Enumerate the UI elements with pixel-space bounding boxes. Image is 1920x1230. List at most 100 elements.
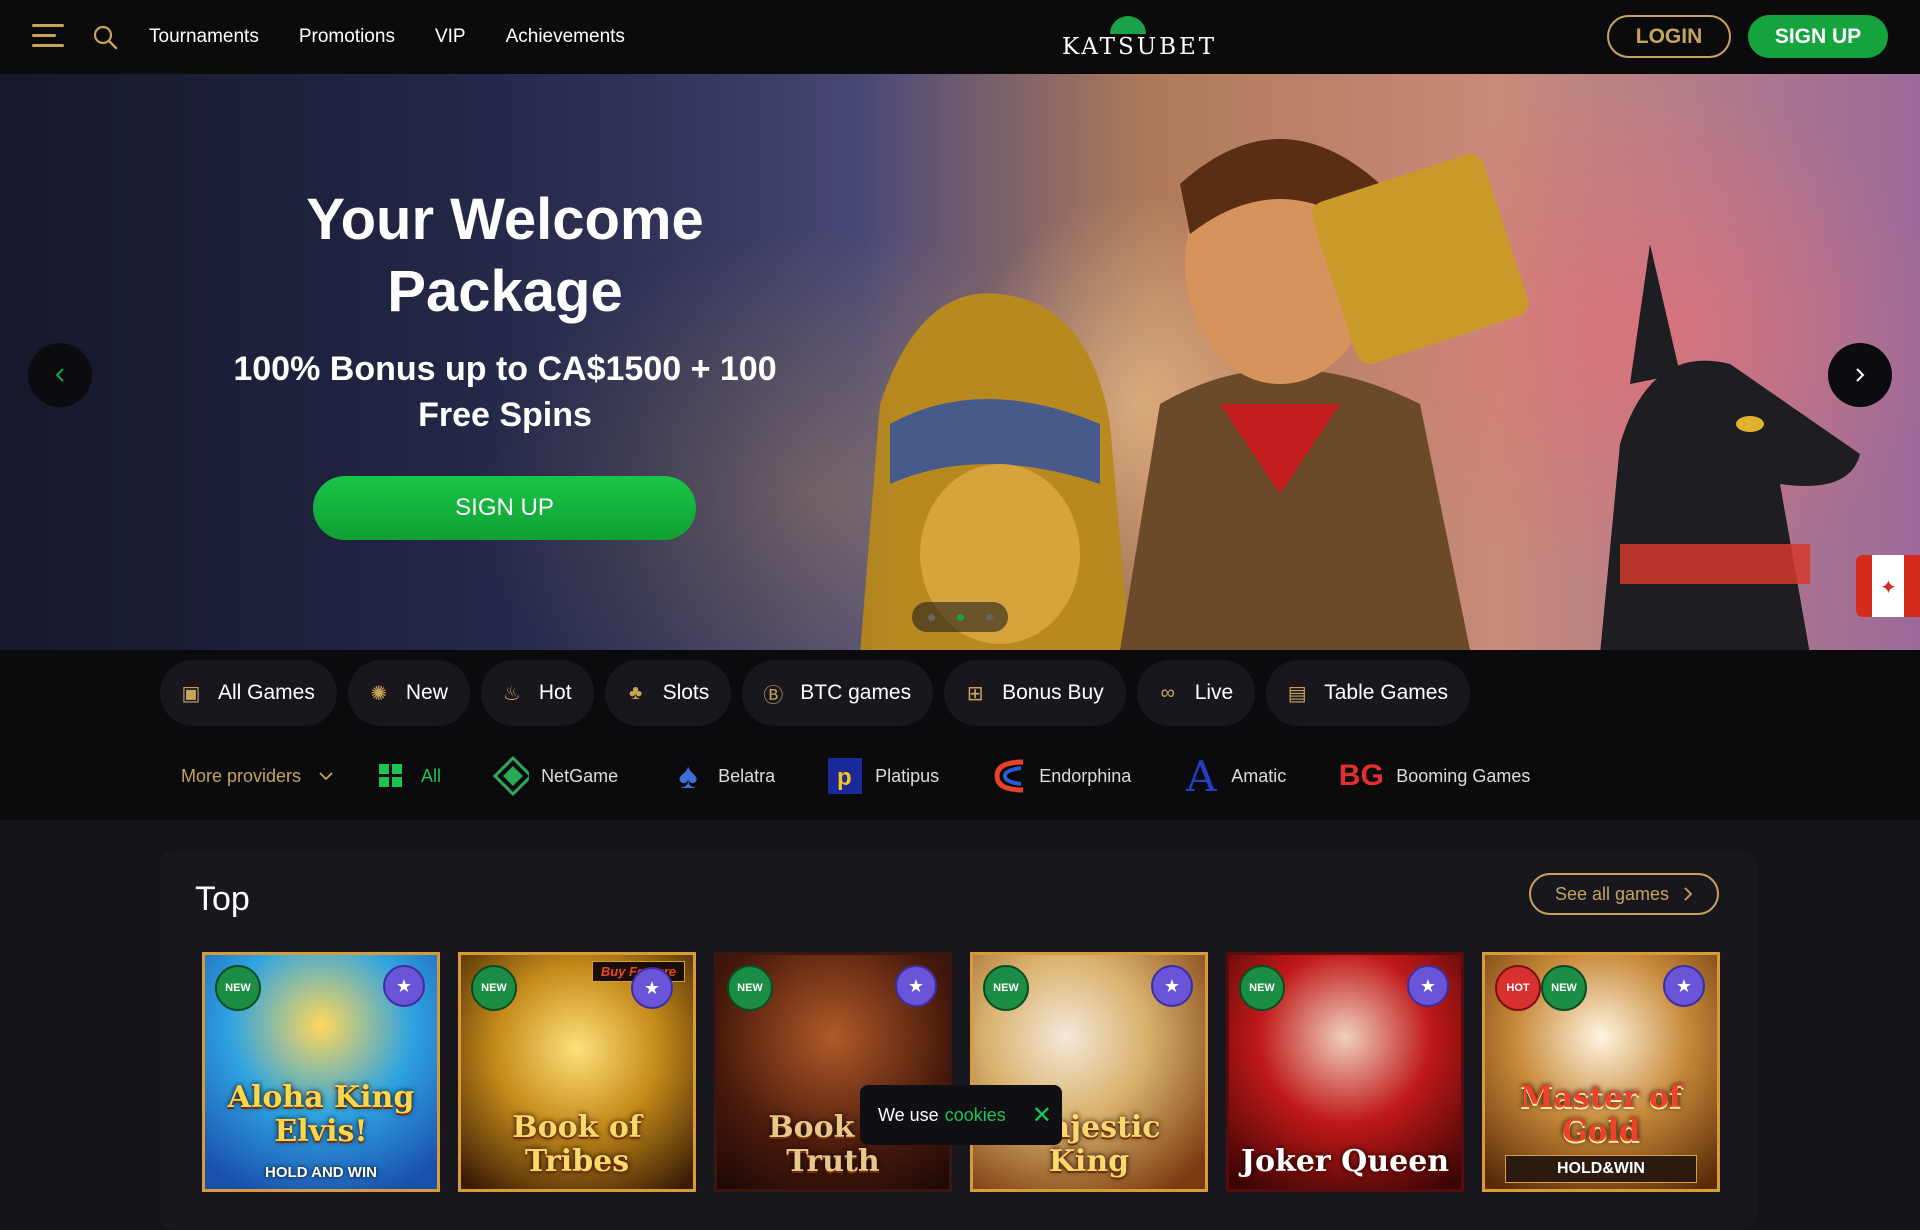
nav-achievements[interactable]: Achievements [506, 26, 625, 48]
site-logo[interactable]: KATSUBET [1062, 16, 1218, 62]
see-all-games-button[interactable]: See all games [1529, 873, 1719, 915]
provider-label: Amatic [1231, 765, 1287, 786]
nav-promotions[interactable]: Promotions [299, 26, 395, 48]
platipus-logo-icon: p [827, 758, 863, 794]
more-providers-dropdown[interactable]: More providers [181, 766, 333, 787]
chevron-left-icon [55, 368, 64, 382]
netgame-logo-icon [493, 756, 530, 796]
provider-endorphina[interactable]: Endorphina [991, 758, 1131, 794]
logo-text: KATSUBET [1062, 34, 1218, 60]
new-badge: NEW [471, 965, 517, 1011]
new-badge: NEW [1541, 965, 1587, 1011]
grid-icon [373, 758, 409, 794]
logo-dome [1110, 16, 1146, 34]
game-title: Master of Gold [1520, 1080, 1682, 1149]
category-slots[interactable]: ♣ Slots [604, 660, 732, 726]
login-button[interactable]: LOGIN [1607, 15, 1731, 58]
section-title: Top [195, 880, 250, 918]
carousel-prev-button[interactable] [28, 343, 92, 407]
hero-signup-button[interactable]: SIGN UP [313, 476, 696, 540]
provider-booming-games[interactable]: BG Booming Games [1338, 758, 1531, 794]
nav-tournaments[interactable]: Tournaments [149, 26, 259, 48]
maple-leaf-icon: ✦ [1880, 577, 1897, 599]
category-bar: ▣ All Games ✺ New ♨ Hot ♣ Slots Ⓑ BTC ga… [0, 650, 1920, 820]
favorite-star-icon[interactable]: ★ [1663, 965, 1705, 1007]
language-flag-canada[interactable]: ✦ [1856, 555, 1920, 617]
cookie-notice: We use cookies ✕ [860, 1085, 1062, 1145]
carousel-next-button[interactable] [1828, 343, 1892, 407]
carousel-dot[interactable] [985, 613, 993, 621]
favorite-star-icon[interactable]: ★ [383, 965, 425, 1007]
provider-netgame[interactable]: NetGame [493, 756, 619, 796]
main-nav: Tournaments Promotions VIP Achievements [149, 0, 625, 74]
signup-button[interactable]: SIGN UP [1748, 15, 1888, 58]
endorphina-logo-icon [991, 758, 1027, 794]
slot-machine-icon: ▣ [181, 682, 201, 705]
carousel-dot[interactable] [927, 613, 935, 621]
more-providers-label: More providers [181, 765, 302, 786]
category-live[interactable]: ∞ Live [1136, 660, 1256, 726]
category-btc-games[interactable]: Ⓑ BTC games [742, 660, 934, 726]
favorite-star-icon[interactable]: ★ [1151, 965, 1193, 1007]
search-icon[interactable] [92, 24, 118, 50]
game-title: Aloha King Elvis! [227, 1080, 415, 1149]
provider-filter: More providers All NetGame ♠ Belatra p P… [181, 751, 1582, 801]
category-label: Slots [662, 681, 710, 704]
favorite-star-icon[interactable]: ★ [895, 965, 937, 1007]
favorite-star-icon[interactable]: ★ [631, 967, 673, 1009]
game-tile-joker-queen[interactable]: NEW ★ Joker Queen [1226, 952, 1464, 1192]
game-caption: HOLD AND WIN [265, 1164, 377, 1181]
category-label: All Games [218, 681, 315, 704]
category-bonus-buy[interactable]: ⊞ Bonus Buy [944, 660, 1126, 726]
hero-subtitle: 100% Bonus up to CA$1500 + 100 Free Spin… [233, 350, 777, 434]
new-badge: NEW [727, 965, 773, 1011]
category-label: Table Games [1324, 681, 1448, 704]
amatic-logo-icon: A [1186, 751, 1217, 801]
favorite-star-icon[interactable]: ★ [1407, 965, 1449, 1007]
cherries-icon: ♣ [629, 681, 643, 704]
category-all-games[interactable]: ▣ All Games [160, 660, 337, 726]
spade-icon: ♠ [678, 755, 698, 796]
flame-icon: ♨ [502, 682, 521, 705]
provider-label: Platipus [875, 765, 940, 786]
hero-banner: Your Welcome Package 100% Bonus up to CA… [0, 74, 1920, 650]
game-tile-master-of-gold[interactable]: HOT NEW ★ Master of Gold HOLD&WIN [1482, 952, 1720, 1192]
bitcoin-icon: Ⓑ [763, 684, 784, 707]
provider-platipus[interactable]: p Platipus [827, 758, 939, 794]
provider-amatic[interactable]: A Amatic [1183, 751, 1287, 801]
cards-icon: ▤ [1287, 682, 1307, 705]
category-label: Hot [538, 681, 572, 704]
new-badge: NEW [215, 965, 261, 1011]
provider-label: NetGame [541, 765, 619, 786]
category-hot[interactable]: ♨ Hot [480, 660, 594, 726]
new-badge: NEW [1239, 965, 1285, 1011]
provider-all[interactable]: All [373, 758, 441, 794]
game-tile-book-of-tribes[interactable]: NEW Buy Feature ★ Book of Tribes [458, 952, 696, 1192]
nav-vip[interactable]: VIP [435, 26, 466, 48]
menu-icon[interactable] [32, 24, 64, 48]
game-caption: HOLD&WIN [1505, 1155, 1697, 1183]
flag-stripe [1856, 555, 1872, 617]
game-tile-majestic-king[interactable]: NEW ★ Majestic King [970, 952, 1208, 1192]
carousel-dots [912, 602, 1008, 632]
booming-games-logo-icon: BG [1338, 759, 1384, 792]
cookie-link[interactable]: cookies [945, 1105, 1006, 1126]
chevron-right-icon [1684, 887, 1693, 901]
category-label: New [405, 681, 448, 704]
close-icon[interactable]: ✕ [1032, 1101, 1052, 1130]
provider-belatra[interactable]: ♠ Belatra [670, 755, 776, 796]
game-tile-book-of-truth[interactable]: NEW ★ Book of Truth [714, 952, 952, 1192]
provider-label: Belatra [718, 765, 776, 786]
top-games-section: Top See all games NEW ★ Aloha King Elvis… [160, 850, 1758, 1230]
carousel-dot-active[interactable] [956, 613, 964, 621]
provider-label: Endorphina [1039, 765, 1132, 786]
chevron-down-icon [319, 772, 333, 781]
category-label: Live [1194, 681, 1234, 704]
category-tabs: ▣ All Games ✺ New ♨ Hot ♣ Slots Ⓑ BTC ga… [160, 660, 1470, 726]
explorer-figure-icon [1120, 139, 1529, 650]
gift-icon: ⊞ [966, 682, 984, 705]
game-tile-aloha-king-elvis[interactable]: NEW ★ Aloha King Elvis! HOLD AND WIN [202, 952, 440, 1192]
category-new[interactable]: ✺ New [347, 660, 470, 726]
category-table-games[interactable]: ▤ Table Games [1266, 660, 1470, 726]
game-title: Joker Queen [1240, 1144, 1450, 1179]
